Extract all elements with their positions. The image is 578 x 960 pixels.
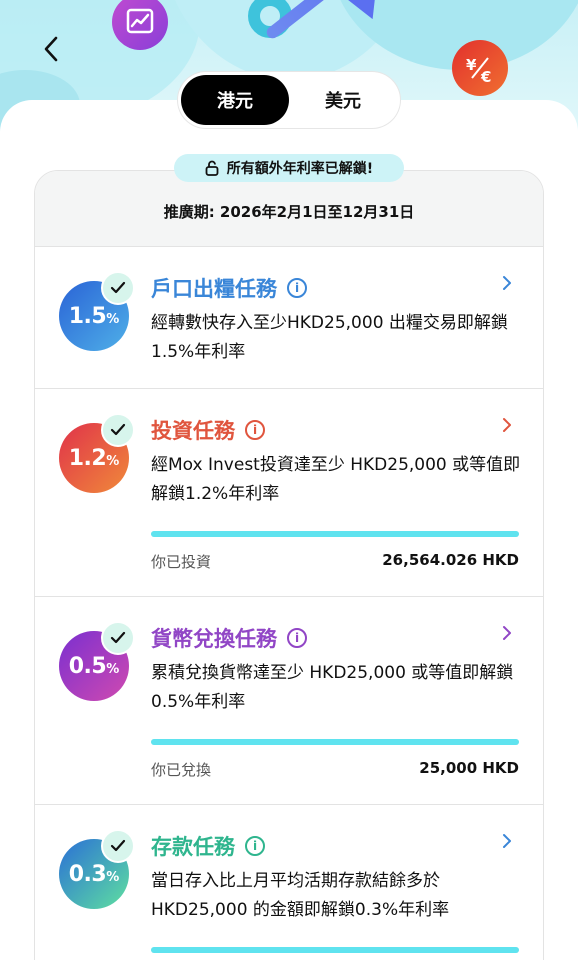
task-title: 存款任務 i xyxy=(151,831,265,861)
tasks-card: 推廣期: 2026年2月1日至12月31日 1.5% 戶口出糧任務 i 經轉數快… xyxy=(34,170,544,960)
chevron-left-icon xyxy=(44,36,58,62)
info-icon[interactable]: i xyxy=(287,278,307,298)
task-description: 當日存入比上月平均活期存款結餘多於HKD25,000 的金額即解鎖0.3%年利率 xyxy=(151,871,450,920)
progress-value: 25,000 HKD xyxy=(419,759,519,777)
progress-fill xyxy=(151,531,519,537)
svg-text:¥: ¥ xyxy=(466,56,477,74)
rate-number: 0.5 xyxy=(68,653,107,679)
task-description: 累積兌換貨幣達至少 HKD25,000 或等值即解鎖0.5%年利率 xyxy=(151,663,514,712)
progress-fill xyxy=(151,739,519,745)
rate-unit: % xyxy=(106,661,120,677)
task-title-text: 存款任務 xyxy=(151,835,235,859)
unlock-banner: 所有額外年利率已解鎖! xyxy=(174,154,404,182)
svg-text:€: € xyxy=(480,68,491,86)
task-description: 經轉數快存入至少HKD25,000 出糧交易即解鎖1.5%年利率 xyxy=(151,313,508,362)
task-title: 投資任務 i xyxy=(151,415,265,445)
task-title-text: 貨幣兌換任務 xyxy=(151,627,277,651)
info-icon[interactable]: i xyxy=(287,628,307,648)
currency-toggle: 港元 美元 xyxy=(178,72,400,128)
task-description: 經Mox Invest投資達至少 HKD25,000 或等值即解鎖1.2%年利率 xyxy=(151,455,521,504)
back-button[interactable] xyxy=(36,32,66,66)
task-title-text: 投資任務 xyxy=(151,419,235,443)
progress-label: 你已投資 xyxy=(151,553,212,571)
chevron-right-icon[interactable] xyxy=(497,829,517,853)
rate-unit: % xyxy=(106,453,120,469)
progress-value: 26,564.026 HKD xyxy=(382,551,519,569)
check-icon xyxy=(101,271,135,305)
rate-number: 1.5 xyxy=(68,303,107,329)
promo-period: 推廣期: 2026年2月1日至12月31日 xyxy=(163,203,415,221)
tab-hkd[interactable]: 港元 xyxy=(181,75,289,125)
task-fx[interactable]: 0.5% 貨幣兌換任務 i 累積兌換貨幣達至少 HKD25,000 或等值即解鎖… xyxy=(35,597,543,805)
task-title: 貨幣兌換任務 i xyxy=(151,623,307,653)
task-deposit[interactable]: 0.3% 存款任務 i 當日存入比上月平均活期存款結餘多於HKD25,000 的… xyxy=(35,805,543,960)
rate-unit: % xyxy=(106,869,120,885)
unlock-icon xyxy=(205,160,219,176)
check-icon xyxy=(101,621,135,655)
info-icon[interactable]: i xyxy=(245,420,265,440)
chevron-right-icon[interactable] xyxy=(497,413,517,437)
progress-bar xyxy=(151,531,519,537)
task-invest[interactable]: 1.2% 投資任務 i 經Mox Invest投資達至少 HKD25,000 或… xyxy=(35,389,543,597)
rate-unit: % xyxy=(106,311,120,327)
task-title-text: 戶口出糧任務 xyxy=(151,277,277,301)
progress-label: 你已兌換 xyxy=(151,761,212,779)
currency-exchange-icon: ¥ € xyxy=(452,40,508,96)
unlock-banner-text: 所有額外年利率已解鎖! xyxy=(226,161,374,177)
rate-number: 0.3 xyxy=(68,861,107,887)
chevron-right-icon[interactable] xyxy=(497,621,517,645)
task-salary[interactable]: 1.5% 戶口出糧任務 i 經轉數快存入至少HKD25,000 出糧交易即解鎖1… xyxy=(35,247,543,389)
progress-bar xyxy=(151,947,519,953)
tab-usd[interactable]: 美元 xyxy=(289,75,397,125)
card-header: 推廣期: 2026年2月1日至12月31日 xyxy=(35,171,543,247)
task-title: 戶口出糧任務 i xyxy=(151,273,307,303)
check-icon xyxy=(101,829,135,863)
chevron-right-icon[interactable] xyxy=(497,271,517,295)
rate-number: 1.2 xyxy=(68,445,107,471)
progress-fill xyxy=(151,947,519,953)
progress-bar xyxy=(151,739,519,745)
info-icon[interactable]: i xyxy=(245,836,265,856)
check-icon xyxy=(101,413,135,447)
